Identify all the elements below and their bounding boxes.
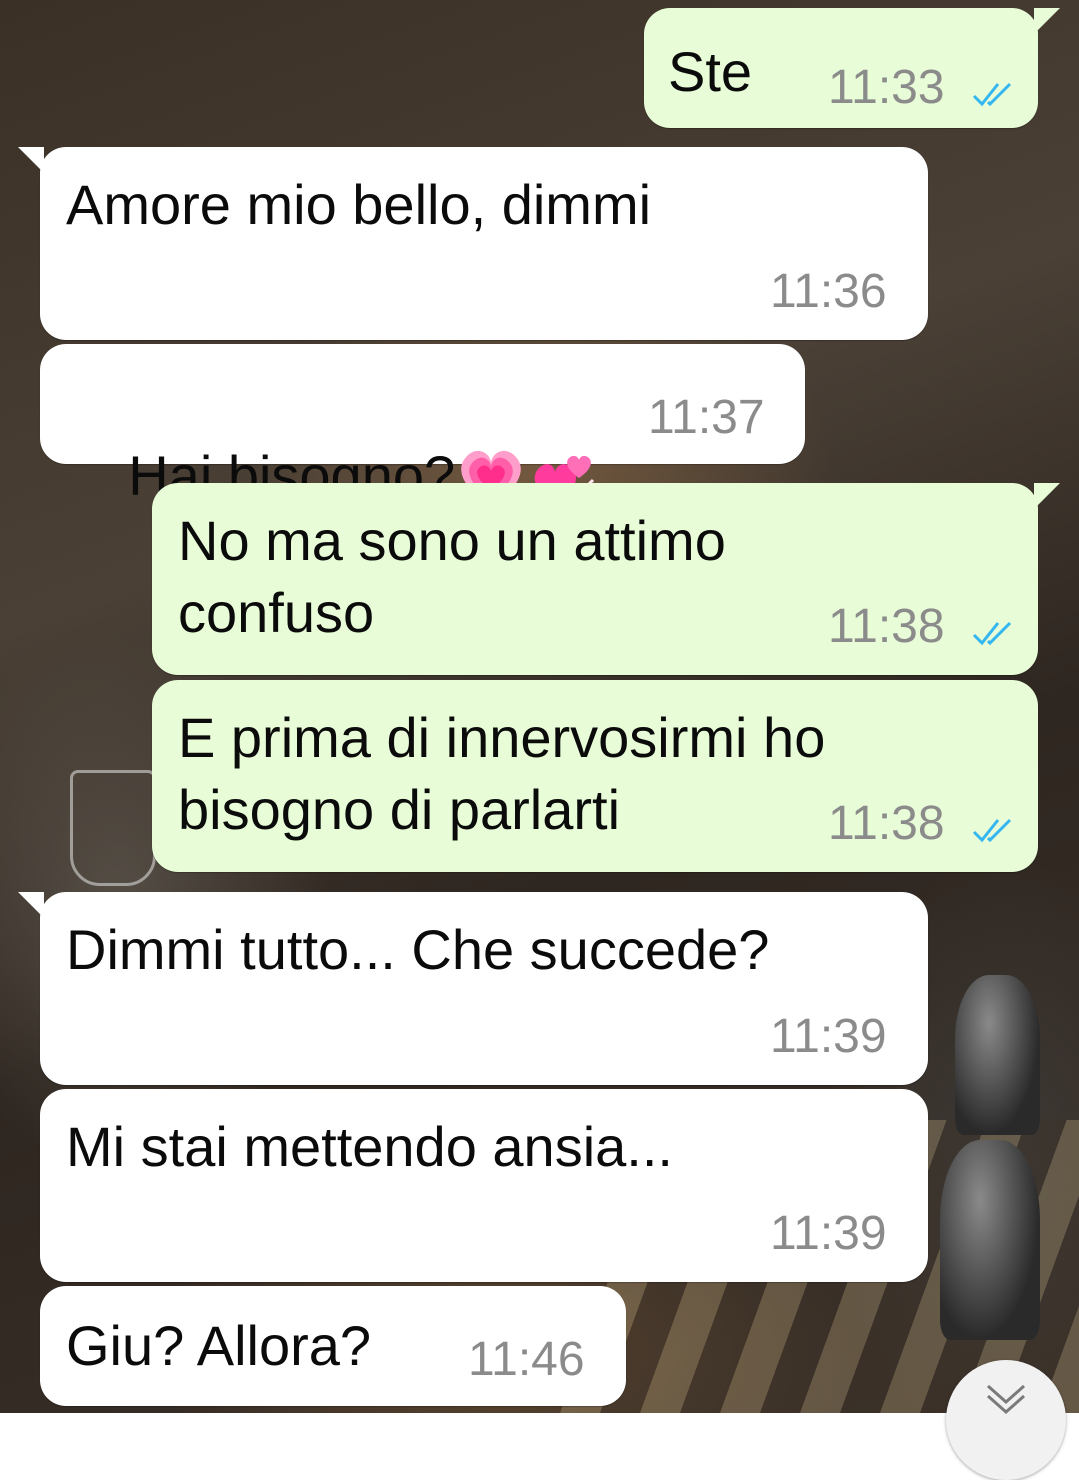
scroll-to-bottom-button[interactable] (946, 1360, 1066, 1480)
wine-glass-decoration (70, 770, 156, 886)
bubble-tail (1034, 8, 1060, 34)
message-text: Ste (668, 40, 753, 103)
message-bubble-outgoing[interactable]: No ma sono un attimo confuso 11:38 (152, 483, 1060, 675)
message-text: Dimmi tutto... Che succede? (66, 918, 770, 981)
message-bubble-outgoing[interactable]: E prima di innervosirmi ho bisogno di pa… (152, 680, 1038, 872)
message-text: Giu? Allora? (66, 1314, 372, 1377)
message-bubble-incoming[interactable]: Dimmi tutto... Che succede? 11:39 (18, 892, 928, 1085)
read-ticks-icon (972, 82, 1012, 107)
read-ticks-icon (972, 818, 1012, 843)
message-bubble-incoming[interactable]: Hai bisogno? 11:37 (40, 344, 805, 509)
message-timestamp: 11:38 (828, 797, 945, 850)
chess-knight-decoration (955, 975, 1040, 1135)
message-bubble-incoming[interactable]: Amore mio bello, dimmi 11:36 (18, 147, 928, 340)
message-text-line-1: E prima di innervosirmi ho (178, 706, 826, 769)
message-text: Amore mio bello, dimmi (66, 173, 652, 236)
message-timestamp: 11:38 (828, 600, 945, 653)
message-timestamp: 11:33 (828, 61, 945, 114)
message-timestamp: 11:46 (468, 1333, 585, 1386)
message-text-line-2: confuso (178, 581, 375, 644)
bubble-tail (1034, 483, 1060, 509)
bubble-tail (18, 147, 44, 173)
double-chevron-down-icon (987, 1384, 1025, 1415)
message-timestamp: 11:39 (770, 1010, 887, 1063)
message-timestamp: 11:37 (648, 391, 765, 444)
message-timestamp: 11:39 (770, 1207, 887, 1260)
bubble-tail (18, 892, 44, 918)
message-timestamp: 11:36 (770, 265, 887, 318)
message-text: Mi stai mettendo ansia... (66, 1115, 673, 1178)
message-bubble-incoming[interactable]: Giu? Allora? 11:46 (40, 1286, 626, 1406)
message-bubble-outgoing[interactable]: Ste 11:33 (644, 8, 1060, 128)
message-text-line-1: No ma sono un attimo (178, 509, 726, 572)
chess-pawn-decoration (940, 1140, 1040, 1340)
message-text-line-2: bisogno di parlarti (178, 778, 621, 841)
read-ticks-icon (972, 621, 1012, 646)
message-bubble-incoming[interactable]: Mi stai mettendo ansia... 11:39 (40, 1089, 928, 1282)
